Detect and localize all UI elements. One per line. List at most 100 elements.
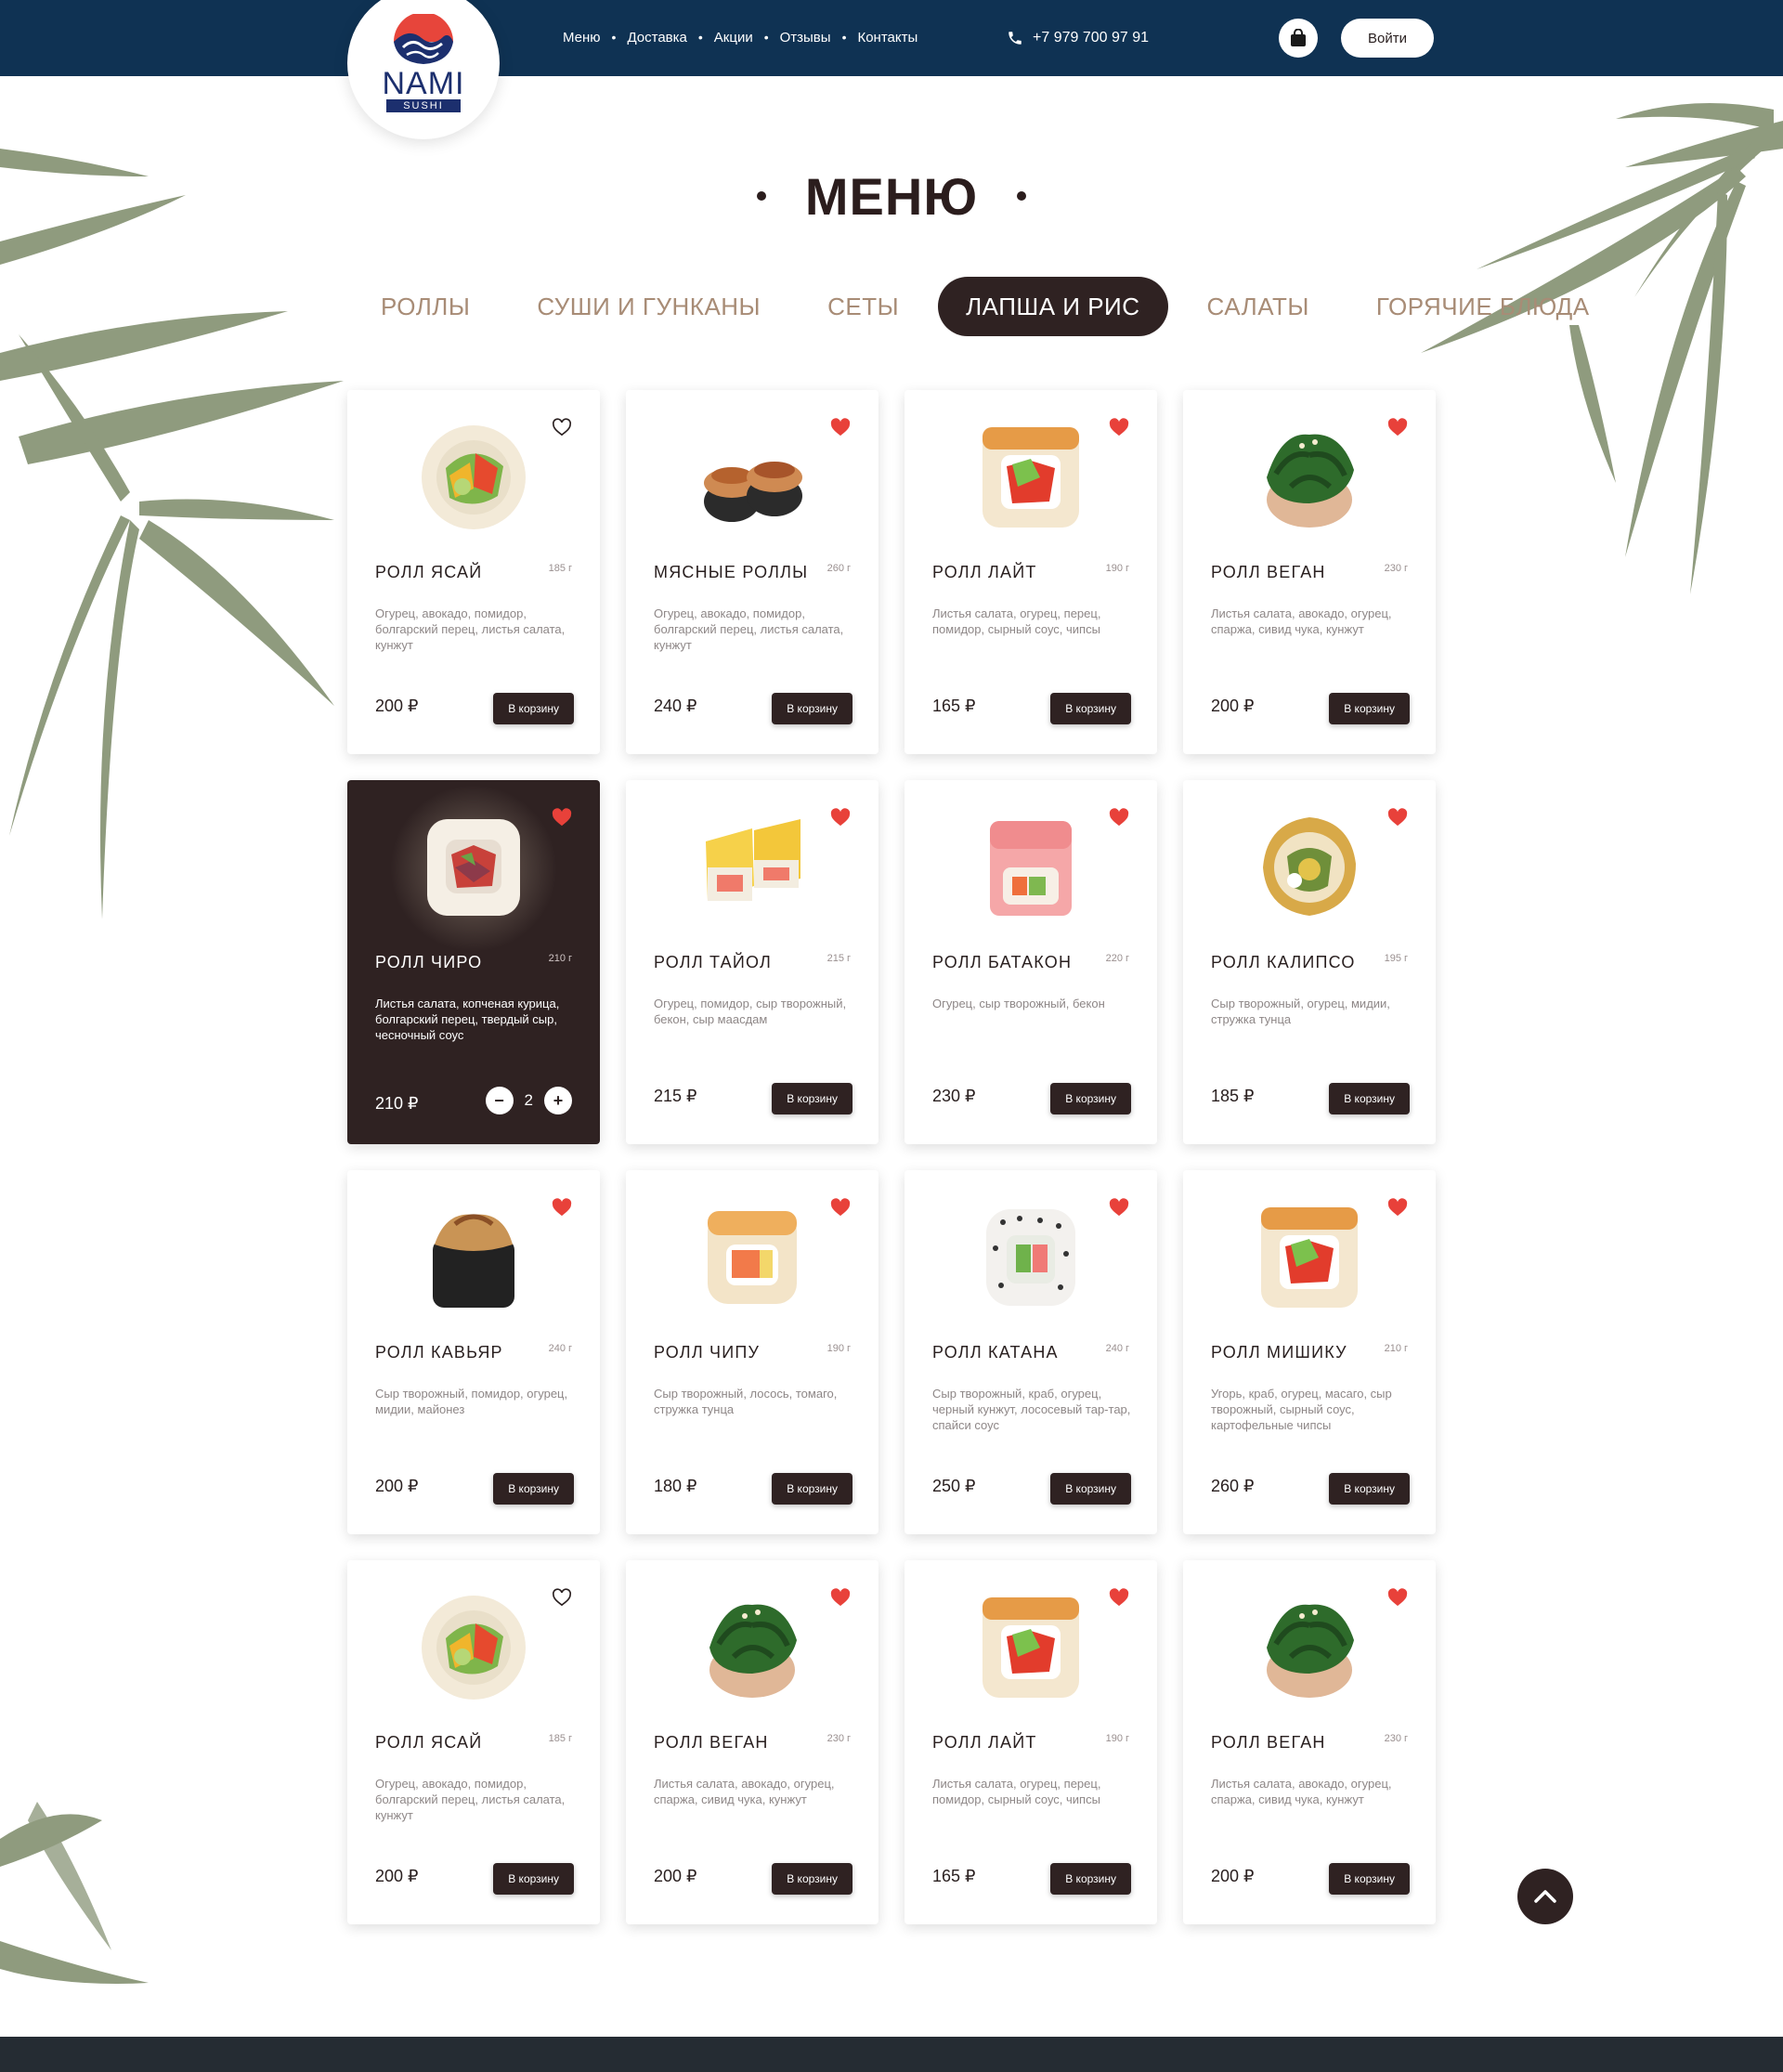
product-image[interactable] xyxy=(696,812,808,923)
product-name[interactable]: РОЛЛ КАТАНА xyxy=(932,1343,1059,1362)
product-card[interactable]: РОЛЛ ЛАЙТ 190 г Листья салата, огурец, п… xyxy=(905,390,1157,754)
cart-button[interactable] xyxy=(1279,19,1318,58)
product-card[interactable]: РОЛЛ ВЕГАН 230 г Листья салата, авокадо,… xyxy=(1183,390,1436,754)
add-to-cart-button[interactable]: В корзину xyxy=(1050,1863,1131,1895)
logo[interactable]: NAMI SUSHI xyxy=(347,0,500,139)
heart-filled-icon[interactable] xyxy=(1387,1198,1408,1217)
main-nav: Меню • Доставка • Акции • Отзывы • Конта… xyxy=(563,26,918,48)
scroll-top-button[interactable] xyxy=(1517,1869,1573,1924)
nav-item-menu[interactable]: Меню xyxy=(563,30,601,46)
product-description: Огурец, авокадо, помидор, болгарский пер… xyxy=(375,606,566,652)
product-card[interactable]: МЯСНЫЕ РОЛЛЫ 260 г Огурец, авокадо, поми… xyxy=(626,390,878,754)
product-card[interactable]: РОЛЛ ТАЙОЛ 215 г Огурец, помидор, сыр тв… xyxy=(626,780,878,1144)
product-name[interactable]: РОЛЛ ТАЙОЛ xyxy=(654,953,772,972)
tab-noodles-rice[interactable]: ЛАПША И РИС xyxy=(938,277,1168,336)
product-card[interactable]: РОЛЛ КАТАНА 240 г Сыр творожный, краб, о… xyxy=(905,1170,1157,1534)
login-button[interactable]: Войти xyxy=(1341,19,1434,58)
add-to-cart-button[interactable]: В корзину xyxy=(1050,693,1131,724)
tab-salads[interactable]: САЛАТЫ xyxy=(1179,277,1337,336)
add-to-cart-button[interactable]: В корзину xyxy=(772,1083,852,1114)
product-image[interactable] xyxy=(1254,1592,1365,1703)
product-name[interactable]: РОЛЛ ЯСАЙ xyxy=(375,1733,482,1753)
product-card[interactable]: РОЛЛ БАТАКОН 220 г Огурец, сыр творожный… xyxy=(905,780,1157,1144)
product-card[interactable]: РОЛЛ ВЕГАН 230 г Листья салата, авокадо,… xyxy=(626,1560,878,1924)
product-name[interactable]: РОЛЛ КАЛИПСО xyxy=(1211,953,1356,972)
tab-hot-dishes[interactable]: ГОРЯЧИЕ БЛЮДА xyxy=(1348,277,1618,336)
product-image[interactable] xyxy=(1254,812,1365,923)
heart-filled-icon[interactable] xyxy=(1109,1198,1129,1217)
product-card[interactable]: РОЛЛ КАВЬЯР 240 г Сыр творожный, помидор… xyxy=(347,1170,600,1534)
add-to-cart-button[interactable]: В корзину xyxy=(1050,1083,1131,1114)
nav-item-reviews[interactable]: Отзывы xyxy=(780,30,831,46)
tab-sushi-gunkan[interactable]: СУШИ И ГУНКАНЫ xyxy=(509,277,788,336)
product-card[interactable]: РОЛЛ ЛАЙТ 190 г Листья салата, огурец, п… xyxy=(905,1560,1157,1924)
add-to-cart-button[interactable]: В корзину xyxy=(1329,693,1410,724)
heart-filled-icon[interactable] xyxy=(830,808,851,827)
product-image[interactable] xyxy=(418,422,529,533)
heart-filled-icon[interactable] xyxy=(830,1588,851,1607)
product-image[interactable] xyxy=(975,422,1087,533)
product-name[interactable]: РОЛЛ ВЕГАН xyxy=(654,1733,769,1753)
nav-item-delivery[interactable]: Доставка xyxy=(627,30,686,46)
product-name[interactable]: РОЛЛ ЛАЙТ xyxy=(932,1733,1037,1753)
product-name[interactable]: РОЛЛ КАВЬЯР xyxy=(375,1343,503,1362)
product-name[interactable]: РОЛЛ БАТАКОН xyxy=(932,953,1072,972)
product-name[interactable]: РОЛЛ ЧИРО xyxy=(375,953,482,972)
add-to-cart-button[interactable]: В корзину xyxy=(493,1473,574,1505)
heart-filled-icon[interactable] xyxy=(552,1198,572,1217)
heart-filled-icon[interactable] xyxy=(1387,1588,1408,1607)
product-card[interactable]: РОЛЛ МИШИКУ 210 г Угорь, краб, огурец, м… xyxy=(1183,1170,1436,1534)
product-image[interactable] xyxy=(975,1592,1087,1703)
product-name[interactable]: МЯСНЫЕ РОЛЛЫ xyxy=(654,563,808,582)
add-to-cart-button[interactable]: В корзину xyxy=(1050,1473,1131,1505)
product-image[interactable] xyxy=(696,1202,808,1313)
product-image[interactable] xyxy=(418,1592,529,1703)
product-name[interactable]: РОЛЛ ВЕГАН xyxy=(1211,563,1326,582)
product-card[interactable]: РОЛЛ КАЛИПСО 195 г Сыр творожный, огурец… xyxy=(1183,780,1436,1144)
add-to-cart-button[interactable]: В корзину xyxy=(1329,1083,1410,1114)
product-image[interactable] xyxy=(1254,1202,1365,1313)
product-name[interactable]: РОЛЛ МИШИКУ xyxy=(1211,1343,1347,1362)
heart-filled-icon[interactable] xyxy=(1109,1588,1129,1607)
product-image[interactable] xyxy=(975,1202,1087,1313)
tab-rolls[interactable]: РОЛЛЫ xyxy=(353,277,498,336)
heart-filled-icon[interactable] xyxy=(830,1198,851,1217)
increase-quantity-button[interactable]: + xyxy=(544,1087,572,1114)
heart-filled-icon[interactable] xyxy=(1109,418,1129,437)
phone-link[interactable]: +7 979 700 97 91 xyxy=(1007,26,1149,50)
add-to-cart-button[interactable]: В корзину xyxy=(772,1473,852,1505)
product-image[interactable] xyxy=(975,812,1087,923)
product-card[interactable]: РОЛЛ ЯСАЙ 185 г Огурец, авокадо, помидор… xyxy=(347,1560,600,1924)
heart-filled-icon[interactable] xyxy=(1109,808,1129,827)
add-to-cart-button[interactable]: В корзину xyxy=(493,693,574,724)
product-image[interactable] xyxy=(418,1202,529,1313)
product-card[interactable]: РОЛЛ ЧИРО 210 г Листья салата, копченая … xyxy=(347,780,600,1144)
product-image[interactable] xyxy=(381,780,566,957)
nav-item-contacts[interactable]: Контакты xyxy=(857,30,918,46)
heart-outline-icon[interactable] xyxy=(552,418,572,437)
add-to-cart-button[interactable]: В корзину xyxy=(493,1863,574,1895)
tab-sets[interactable]: СЕТЫ xyxy=(800,277,927,336)
product-name[interactable]: РОЛЛ ЧИПУ xyxy=(654,1343,760,1362)
product-name[interactable]: РОЛЛ ЛАЙТ xyxy=(932,563,1037,582)
heart-outline-icon[interactable] xyxy=(552,1588,572,1607)
add-to-cart-button[interactable]: В корзину xyxy=(1329,1863,1410,1895)
heart-filled-icon[interactable] xyxy=(1387,808,1408,827)
product-price: 260 ₽ xyxy=(1211,1477,1255,1495)
product-card[interactable]: РОЛЛ ЯСАЙ 185 г Огурец, авокадо, помидор… xyxy=(347,390,600,754)
product-image[interactable] xyxy=(696,1592,808,1703)
add-to-cart-button[interactable]: В корзину xyxy=(772,693,852,724)
product-image[interactable] xyxy=(1254,422,1365,533)
product-image[interactable] xyxy=(696,422,808,533)
nav-item-promotions[interactable]: Акции xyxy=(714,30,753,46)
heart-filled-icon[interactable] xyxy=(830,418,851,437)
decrease-quantity-button[interactable]: − xyxy=(485,1087,514,1114)
add-to-cart-button[interactable]: В корзину xyxy=(772,1863,852,1895)
product-card[interactable]: РОЛЛ ЧИПУ 190 г Сыр творожный, лосось, т… xyxy=(626,1170,878,1534)
product-name[interactable]: РОЛЛ ВЕГАН xyxy=(1211,1733,1326,1753)
product-description: Листья салата, авокадо, огурец, спаржа, … xyxy=(654,1777,835,1806)
product-name[interactable]: РОЛЛ ЯСАЙ xyxy=(375,563,482,582)
heart-filled-icon[interactable] xyxy=(1387,418,1408,437)
add-to-cart-button[interactable]: В корзину xyxy=(1329,1473,1410,1505)
product-card[interactable]: РОЛЛ ВЕГАН 230 г Листья салата, авокадо,… xyxy=(1183,1560,1436,1924)
